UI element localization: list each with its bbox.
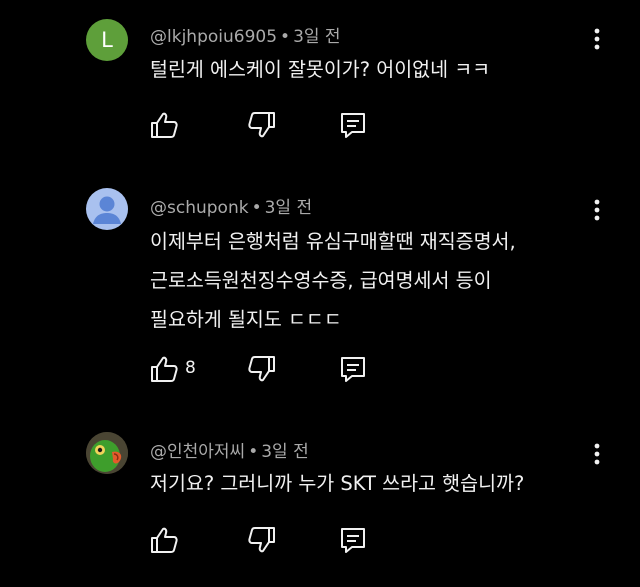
avatar[interactable]: L: [86, 19, 128, 61]
more-options-icon[interactable]: [586, 26, 608, 52]
comment-author[interactable]: @인천아저씨: [150, 442, 245, 462]
comment-time[interactable]: 3일 전: [293, 27, 341, 47]
meta-separator: •: [251, 198, 262, 218]
like-button[interactable]: [149, 525, 179, 555]
thumbs-up-icon: [151, 356, 178, 382]
dislike-button[interactable]: [247, 110, 277, 140]
comment-text: 털린게 에스케이 잘못이가? 어이없네 ㅋㅋ: [150, 50, 490, 89]
dislike-button[interactable]: [247, 525, 277, 555]
comment-line: 털린게 에스케이 잘못이가? 어이없네 ㅋㅋ: [150, 58, 491, 81]
avatar[interactable]: [86, 432, 128, 474]
meta-separator: •: [280, 27, 291, 47]
comment-time[interactable]: 3일 전: [265, 198, 313, 218]
comment-line: 이제부터 은행처럼 유심구매할땐 재직증명서,: [150, 230, 516, 253]
thumbs-up-icon: [151, 112, 178, 138]
reply-button[interactable]: [338, 110, 368, 140]
more-options-icon[interactable]: [586, 441, 608, 467]
comment-meta: @인천아저씨 • 3일 전: [150, 437, 309, 462]
parrot-icon: [86, 432, 128, 474]
like-button[interactable]: [149, 354, 179, 384]
reply-icon: [341, 357, 365, 382]
reply-icon: [341, 528, 365, 553]
comment-time[interactable]: 3일 전: [261, 442, 309, 462]
comment-author[interactable]: @lkjhpoiu6905: [150, 27, 277, 47]
comment-line: 근로소득원천징수영수증, 급여명세서 등이: [150, 269, 492, 292]
thumbs-down-icon: [248, 112, 275, 138]
meta-separator: •: [248, 442, 259, 462]
comment-meta: @lkjhpoiu6905 • 3일 전: [150, 22, 341, 47]
comment-line: 저기요? 그러니까 누가 SKT 쓰라고 햇습니까?: [150, 472, 525, 495]
comment-meta: @schuponk • 3일 전: [150, 193, 312, 218]
dislike-button[interactable]: [247, 354, 277, 384]
avatar-letter: L: [101, 28, 113, 52]
thumbs-down-icon: [248, 356, 275, 382]
avatar[interactable]: [86, 188, 128, 230]
thumbs-up-icon: [151, 527, 178, 553]
reply-button[interactable]: [338, 354, 368, 384]
thumbs-down-icon: [248, 527, 275, 553]
person-icon: [93, 196, 121, 224]
reply-button[interactable]: [338, 525, 368, 555]
comment-text: 이제부터 은행처럼 유심구매할땐 재직증명서, 근로소득원천징수영수증, 급여명…: [150, 222, 516, 339]
like-count: 8: [185, 358, 196, 378]
more-options-icon[interactable]: [586, 197, 608, 223]
like-button[interactable]: [149, 110, 179, 140]
comment-author[interactable]: @schuponk: [150, 198, 249, 218]
comment-line: 필요하게 될지도 ㄷㄷㄷ: [150, 308, 342, 331]
reply-icon: [341, 113, 365, 138]
comment-text: 저기요? 그러니까 누가 SKT 쓰라고 햇습니까?: [150, 464, 524, 503]
